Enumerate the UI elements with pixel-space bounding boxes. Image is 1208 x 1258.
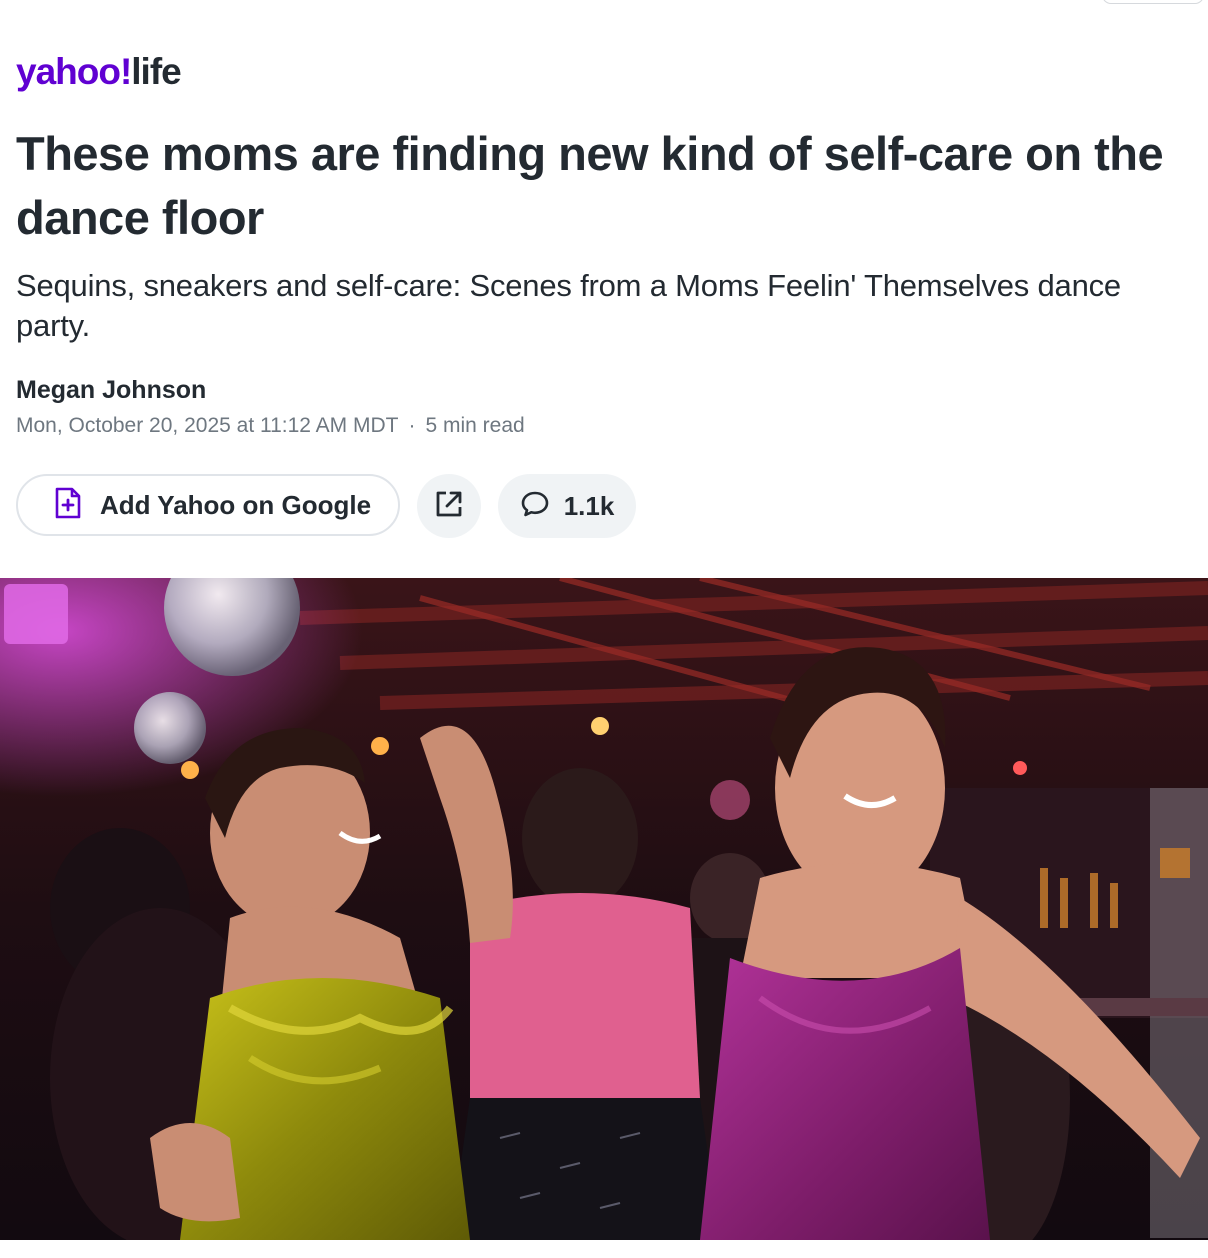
top-control[interactable]: [1102, 0, 1204, 4]
logo-section: life: [131, 51, 181, 92]
article-page: yahoo!life These moms are finding new ki…: [0, 0, 1208, 1258]
add-google-label: Add Yahoo on Google: [100, 489, 372, 520]
add-doc-icon: [54, 487, 82, 524]
comment-bubble-icon: [520, 489, 550, 524]
comments-button[interactable]: 1.1k: [498, 474, 636, 538]
article-meta: Mon, October 20, 2025 at 11:12 AM MDT · 5 …: [16, 411, 525, 441]
share-button[interactable]: [417, 474, 481, 538]
yahoo-life-logo[interactable]: yahoo!life: [16, 50, 182, 94]
read-time: 5 min read: [425, 414, 525, 437]
article-headline: These moms are finding new kind of self-…: [16, 127, 1164, 244]
author-name[interactable]: Megan Johnson: [16, 374, 206, 406]
hero-photo[interactable]: [0, 578, 1208, 1240]
add-yahoo-on-google-button[interactable]: Add Yahoo on Google: [16, 474, 400, 536]
share-external-icon: [434, 489, 464, 524]
meta-separator: ·: [408, 414, 416, 437]
logo-brand: yahoo!: [16, 51, 132, 92]
article-subheadline: Sequins, sneakers and self-care: Scenes …: [16, 268, 1121, 343]
publish-date: Mon, October 20, 2025 at 11:12 AM MDT: [16, 414, 399, 437]
comment-count: 1.1k: [563, 490, 615, 521]
